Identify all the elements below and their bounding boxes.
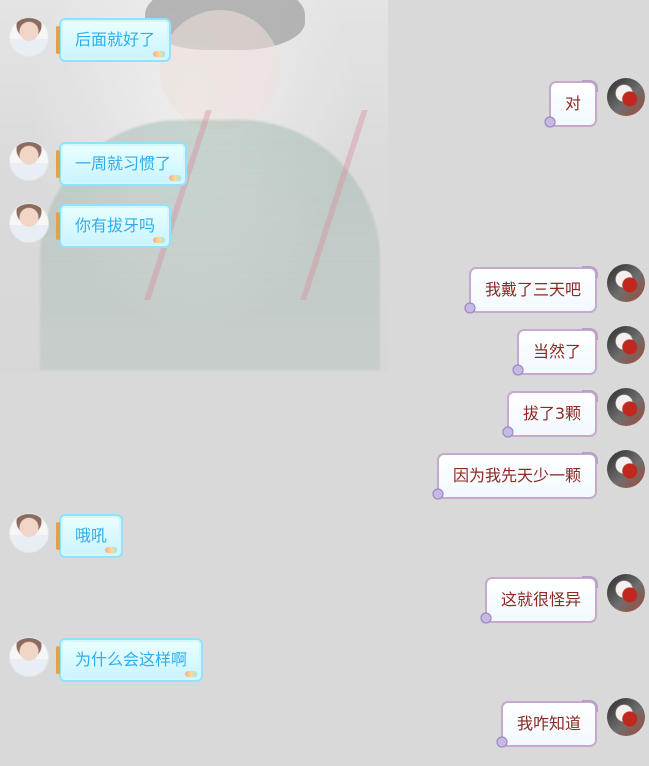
chat-message-right: 我咋知道 xyxy=(0,698,649,749)
message-bubble[interactable]: 拔了3颗 xyxy=(500,390,599,439)
contact-avatar[interactable] xyxy=(9,513,49,553)
message-bubble[interactable]: 后面就好了 xyxy=(55,18,172,62)
message-bubble[interactable]: 你有拔牙吗 xyxy=(55,204,172,248)
self-avatar[interactable] xyxy=(607,78,645,116)
self-avatar[interactable] xyxy=(607,388,645,426)
chat-message-left: 哦吼 xyxy=(0,513,649,559)
self-avatar[interactable] xyxy=(607,326,645,364)
message-bubble[interactable]: 一周就习惯了 xyxy=(55,142,188,186)
message-bubble[interactable]: 我咋知道 xyxy=(494,700,599,749)
self-avatar[interactable] xyxy=(607,574,645,612)
message-bubble[interactable]: 为什么会这样啊 xyxy=(55,638,204,682)
message-bubble[interactable]: 对 xyxy=(542,80,599,129)
message-bubble[interactable]: 哦吼 xyxy=(55,514,124,558)
contact-avatar[interactable] xyxy=(9,17,49,57)
chat-message-left: 后面就好了 xyxy=(0,17,649,63)
chat-message-left: 为什么会这样啊 xyxy=(0,637,649,683)
contact-avatar[interactable] xyxy=(9,141,49,181)
chat-message-right: 我戴了三天吧 xyxy=(0,264,649,315)
self-avatar[interactable] xyxy=(607,450,645,488)
message-bubble[interactable]: 因为我先天少一颗 xyxy=(430,452,599,501)
chat-message-right: 对 xyxy=(0,78,649,129)
message-bubble[interactable]: 我戴了三天吧 xyxy=(462,266,599,315)
chat-message-right: 拔了3颗 xyxy=(0,388,649,439)
chat-message-left: 一周就习惯了 xyxy=(0,141,649,187)
self-avatar[interactable] xyxy=(607,264,645,302)
chat-message-right: 这就很怪异 xyxy=(0,574,649,625)
contact-avatar[interactable] xyxy=(9,203,49,243)
contact-avatar[interactable] xyxy=(9,637,49,677)
message-bubble[interactable]: 当然了 xyxy=(510,328,599,377)
chat-message-left: 你有拔牙吗 xyxy=(0,203,649,249)
chat-message-right: 当然了 xyxy=(0,326,649,377)
message-bubble[interactable]: 这就很怪异 xyxy=(478,576,599,625)
self-avatar[interactable] xyxy=(607,698,645,736)
chat-message-right: 因为我先天少一颗 xyxy=(0,450,649,501)
